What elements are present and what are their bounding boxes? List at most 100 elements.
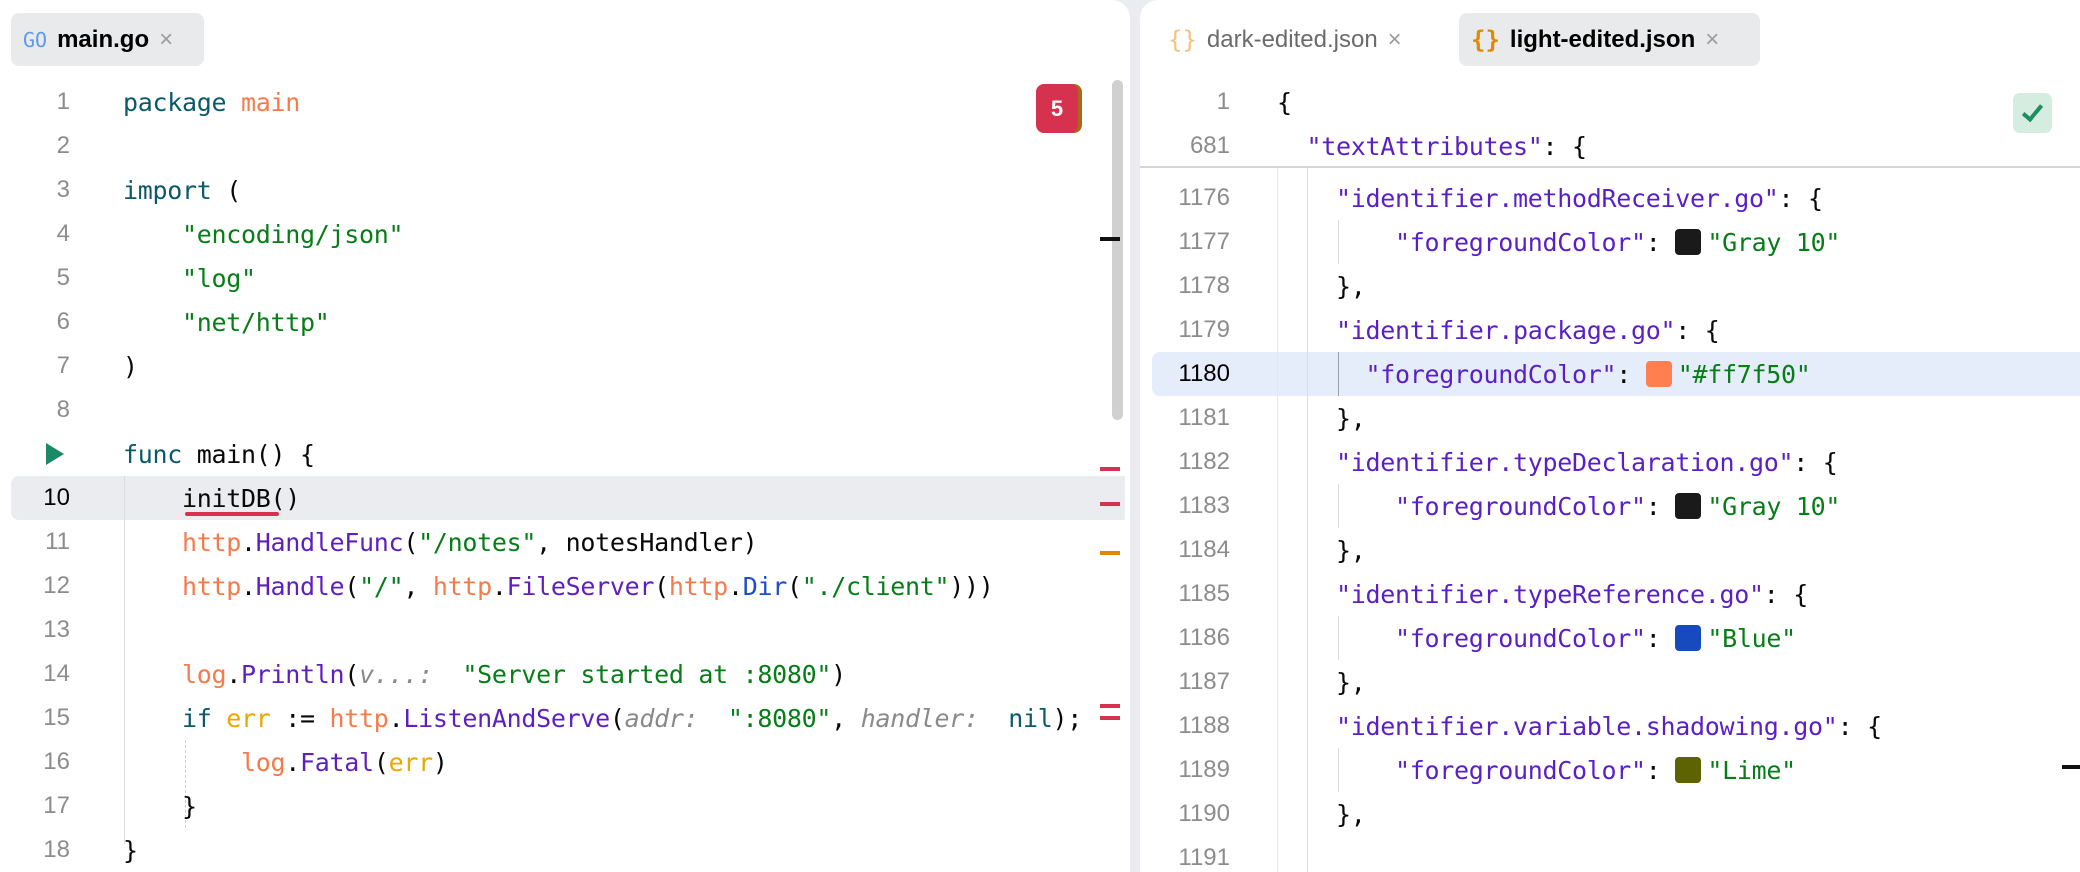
- error-marker-stripe[interactable]: [1100, 502, 1120, 506]
- error-marker-stripe[interactable]: [1100, 716, 1120, 720]
- code-line[interactable]: 14 log.Println(v...: "Server started at …: [0, 652, 1130, 696]
- code-line[interactable]: 7): [0, 344, 1130, 388]
- code-token: ): [432, 747, 448, 777]
- code-text: },: [1277, 272, 1366, 301]
- tab-main-go[interactable]: GO main.go ×: [11, 13, 204, 66]
- code-line[interactable]: 1184 },: [1140, 528, 2080, 572]
- tab-light-edited-json[interactable]: {} light-edited.json ×: [1459, 13, 1760, 66]
- code-line[interactable]: 1187 },: [1140, 660, 2080, 704]
- tab-label: light-edited.json: [1509, 25, 1696, 53]
- problems-count: 5: [1050, 95, 1064, 121]
- line-number: 17: [43, 792, 70, 819]
- code-token: "identifier.typeReference.go": [1277, 579, 1764, 609]
- code-line[interactable]: 1189 "foregroundColor": "Lime": [1140, 748, 2080, 792]
- code-token: :: [1645, 491, 1676, 521]
- code-token: "/": [359, 571, 404, 601]
- code-line[interactable]: 3 import (: [0, 168, 1130, 212]
- run-gutter-icon[interactable]: [46, 443, 64, 465]
- code-line[interactable]: 1190 },: [1140, 792, 2080, 836]
- code-line[interactable]: 1180 "foregroundColor": "#ff7f50": [1140, 352, 2080, 396]
- code-line[interactable]: 5 "log": [0, 256, 1130, 300]
- color-swatch[interactable]: [1675, 492, 1702, 519]
- code-line[interactable]: 4 "encoding/json": [0, 212, 1130, 256]
- color-swatch[interactable]: [1675, 624, 1702, 651]
- go-file-icon: GO: [23, 27, 48, 52]
- code-token: if: [123, 703, 227, 733]
- code-token: .: [241, 527, 256, 557]
- code-text: func main() {: [123, 440, 315, 469]
- error-marker-stripe[interactable]: [1100, 704, 1120, 708]
- line-number: 13: [43, 616, 70, 643]
- code-text: "identifier.typeDeclaration.go": {: [1277, 448, 1838, 477]
- code-token: "Lime": [1707, 755, 1796, 785]
- code-line[interactable]: 1181 },: [1140, 396, 2080, 440]
- line-number: 8: [56, 396, 70, 423]
- code-line[interactable]: 13: [0, 608, 1130, 652]
- code-line[interactable]: 8: [0, 388, 1130, 432]
- line-number: 12: [43, 572, 70, 599]
- color-swatch[interactable]: [1675, 228, 1702, 255]
- code-token: "net/http": [123, 307, 330, 337]
- code-line[interactable]: 1191: [1140, 836, 2080, 872]
- code-line[interactable]: 1178 },: [1140, 264, 2080, 308]
- close-icon[interactable]: ×: [1388, 26, 1402, 54]
- tab-dark-edited-json[interactable]: {} dark-edited.json ×: [1156, 13, 1414, 66]
- code-token: (: [654, 571, 669, 601]
- code-line[interactable]: 1176 "identifier.methodReceiver.go": {: [1140, 176, 2080, 220]
- code-line[interactable]: 1183 "foregroundColor": "Gray 10": [1140, 484, 2080, 528]
- code-token: Handle: [255, 571, 345, 601]
- code-line[interactable]: 1182 "identifier.typeDeclaration.go": {: [1140, 440, 2080, 484]
- code-token: "log": [123, 263, 256, 293]
- go-editor-panel: GO main.go × 1 package main 2 3 import (4 "e…: [0, 0, 1130, 872]
- code-text: "foregroundColor": "Gray 10": [1277, 228, 1840, 257]
- code-line[interactable]: func main() {: [0, 432, 1130, 476]
- warning-marker-stripe[interactable]: [1100, 551, 1120, 555]
- code-line[interactable]: 18}: [0, 828, 1130, 872]
- code-line[interactable]: 1185 "identifier.typeReference.go": {: [1140, 572, 2080, 616]
- marker-stripe[interactable]: [1100, 237, 1120, 241]
- close-icon[interactable]: ×: [159, 26, 173, 54]
- error-marker-stripe[interactable]: [1100, 467, 1120, 471]
- color-swatch[interactable]: [1675, 756, 1702, 783]
- code-line[interactable]: 6 "net/http": [0, 300, 1130, 344]
- line-number: 1179: [1178, 316, 1230, 343]
- code-token: }: [123, 791, 197, 821]
- close-icon[interactable]: ×: [1705, 26, 1719, 54]
- code-line[interactable]: 1186 "foregroundColor": "Blue": [1140, 616, 2080, 660]
- code-token: .: [727, 571, 743, 601]
- color-swatch[interactable]: [1645, 360, 1672, 387]
- code-line[interactable]: 1177 "foregroundColor": "Gray 10": [1140, 220, 2080, 264]
- code-token: .: [226, 659, 242, 689]
- code-text: },: [1277, 404, 1366, 433]
- code-token: :=: [270, 703, 330, 733]
- code-line[interactable]: 2: [0, 124, 1130, 168]
- code-token: : {: [1675, 315, 1720, 345]
- code-line[interactable]: 1188 "identifier.variable.shadowing.go":…: [1140, 704, 2080, 748]
- code-token: "foregroundColor": [1277, 623, 1646, 653]
- code-line[interactable]: 11 http.HandleFunc("/notes", notesHandle…: [0, 520, 1130, 564]
- problems-badge[interactable]: 5: [1036, 84, 1078, 133]
- code-text: log.Println(v...: "Server started at :80…: [123, 660, 846, 689]
- code-token: Println: [241, 659, 345, 689]
- code-text: }: [123, 792, 197, 821]
- vertical-scrollbar[interactable]: [1112, 80, 1123, 420]
- code-line[interactable]: 16 log.Fatal(err): [0, 740, 1130, 784]
- parameter-hint: v...:: [359, 659, 448, 689]
- code-line[interactable]: 15 if err := http.ListenAndServe(addr: "…: [0, 696, 1130, 740]
- code-text: "foregroundColor": "#ff7f50": [1277, 360, 1811, 389]
- code-token: log: [241, 747, 286, 777]
- code-token: :: [1645, 755, 1676, 785]
- code-line[interactable]: 1179 "identifier.package.go": {: [1140, 308, 2080, 352]
- code-line[interactable]: 1 package main: [0, 80, 1130, 124]
- code-token: ,: [403, 571, 433, 601]
- code-token: ): [123, 351, 138, 381]
- marker-stripe[interactable]: [2062, 765, 2080, 769]
- sticky-line[interactable]: 681 "textAttributes": {: [1140, 124, 2080, 168]
- code-line[interactable]: 12 http.Handle("/", http.FileServer(http…: [0, 564, 1130, 608]
- code-line[interactable]: 10 initDB(): [0, 476, 1130, 520]
- code-line[interactable]: 17 }: [0, 784, 1130, 828]
- sticky-line[interactable]: 1{: [1140, 80, 2080, 124]
